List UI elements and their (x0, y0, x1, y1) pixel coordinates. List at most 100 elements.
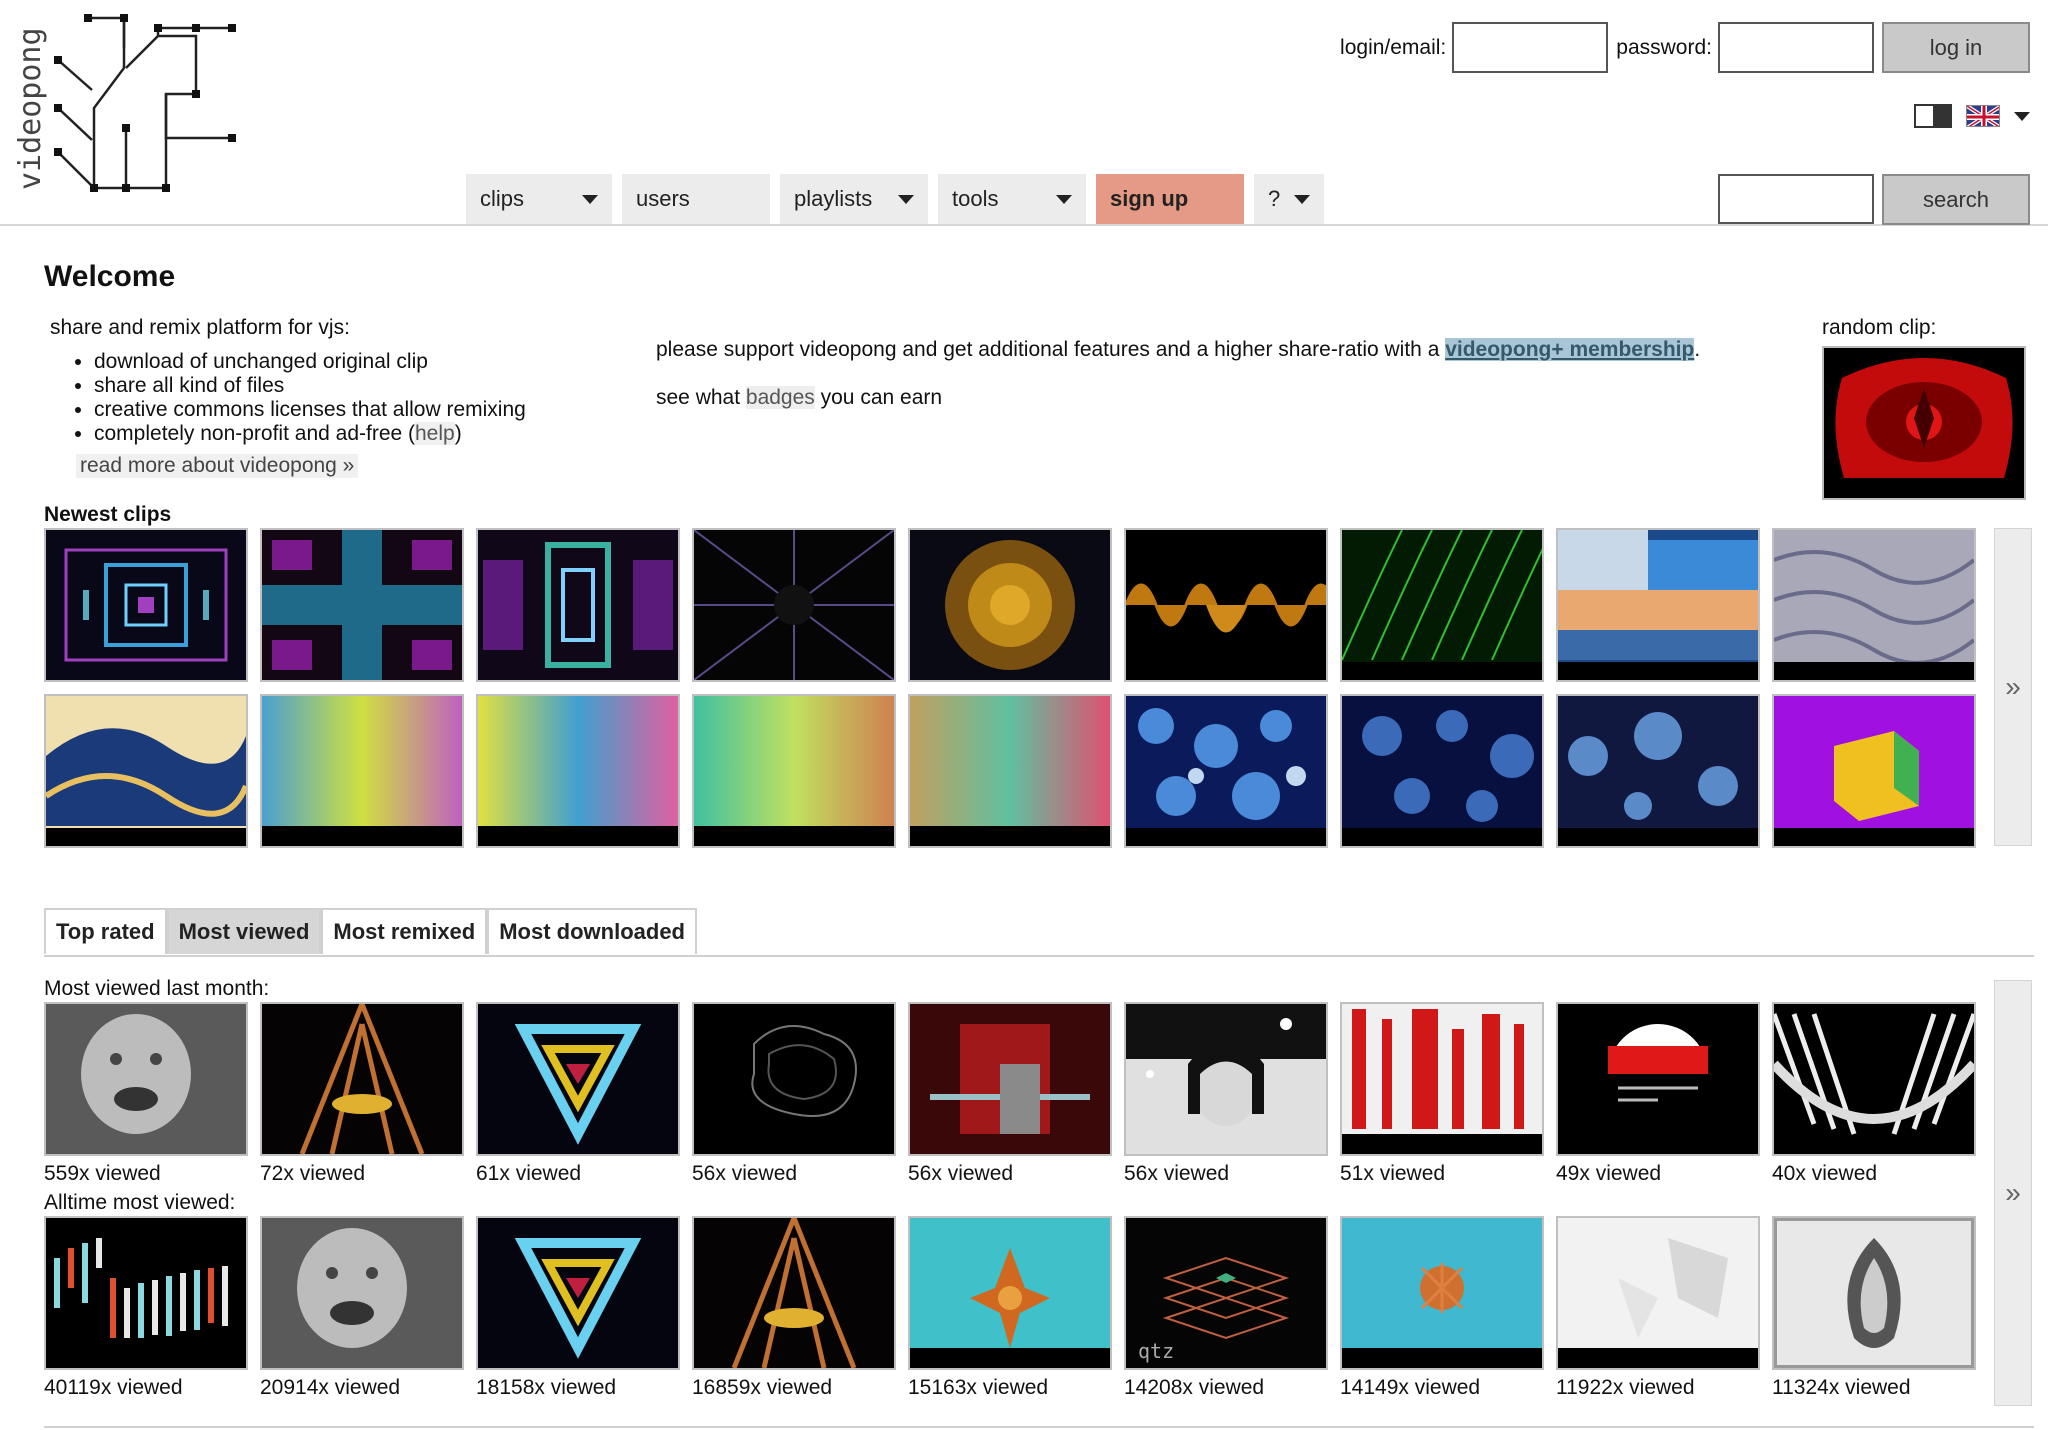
clip-thumbnail[interactable] (44, 1216, 248, 1370)
clip-thumbnail[interactable] (692, 528, 896, 682)
ranking-tabs: Top rated Most viewed Most remixed Most … (44, 908, 697, 954)
clip-thumbnail[interactable] (1556, 528, 1760, 682)
login-button[interactable]: log in (1882, 22, 2030, 73)
clip-thumbnail[interactable] (1124, 694, 1328, 848)
clip-thumbnail[interactable] (1772, 1216, 1976, 1370)
tab-most-downloaded[interactable]: Most downloaded (487, 908, 697, 954)
clip-card: 40x viewed (1772, 1002, 1976, 1186)
clip-thumbnail[interactable] (908, 694, 1112, 848)
clip-thumbnail[interactable] (1772, 528, 1976, 682)
clip-thumbnail[interactable]: qtz (1124, 1216, 1328, 1370)
clip-thumbnail[interactable] (692, 694, 896, 848)
clip-thumbnail[interactable] (1340, 528, 1544, 682)
videopong-logo[interactable]: videopong (6, 8, 236, 198)
uk-flag-icon[interactable] (1966, 105, 2000, 127)
nav-users-label: users (636, 186, 690, 211)
view-count: 40119x viewed (44, 1376, 183, 1399)
chevron-down-icon (1294, 194, 1310, 204)
read-more-link[interactable]: read more about videopong » (76, 454, 359, 478)
random-clip-thumbnail[interactable] (1822, 346, 2026, 500)
clip-thumbnail[interactable] (476, 1002, 680, 1156)
clip-thumbnail[interactable] (908, 528, 1112, 682)
clip-card: 72x viewed (260, 1002, 464, 1186)
most-viewed-month-grid: 559x viewed 72x viewed 61x viewed 56x vi… (44, 1002, 1976, 1186)
nav-clips-label: clips (480, 186, 525, 211)
clip-thumbnail[interactable] (260, 1216, 464, 1370)
view-count: 20914x viewed (260, 1376, 401, 1399)
view-count: 14149x viewed (1340, 1376, 1481, 1399)
alltime-most-viewed-grid: 40119x viewed 20914x viewed 18158x viewe… (44, 1216, 1976, 1400)
clip-thumbnail[interactable] (1340, 1002, 1544, 1156)
password-field[interactable] (1718, 22, 1874, 73)
search-button[interactable]: search (1882, 174, 2030, 225)
view-count: 72x viewed (260, 1162, 366, 1185)
view-count: 559x viewed (44, 1162, 161, 1185)
nav-help[interactable]: ? (1254, 174, 1324, 226)
clip-thumbnail[interactable] (1772, 694, 1976, 848)
feature-item: share all kind of files (94, 374, 526, 398)
clip-thumbnail[interactable] (692, 1002, 896, 1156)
clip-thumbnail[interactable] (1124, 528, 1328, 682)
tab-most-remixed[interactable]: Most remixed (321, 908, 488, 954)
clip-thumbnail[interactable] (908, 1002, 1112, 1156)
logo-text: videopong (13, 27, 48, 190)
preferences (1914, 104, 2030, 128)
email-field[interactable] (1452, 22, 1609, 73)
clip-thumbnail[interactable] (476, 1216, 680, 1370)
theme-toggle-icon[interactable] (1914, 104, 1952, 128)
view-count: 14208x viewed (1124, 1376, 1265, 1399)
most-viewed-more-button[interactable]: » (1994, 980, 2032, 1406)
badges-link[interactable]: badges (745, 386, 815, 409)
tagline: share and remix platform for vjs: (50, 316, 350, 339)
clip-thumbnail[interactable] (476, 528, 680, 682)
clip-thumbnail[interactable] (260, 528, 464, 682)
tab-top-rated[interactable]: Top rated (44, 908, 167, 954)
clip-thumbnail[interactable] (260, 694, 464, 848)
clip-card: 49x viewed (1556, 1002, 1760, 1186)
intro-block: share and remix platform for vjs: downlo… (50, 316, 526, 478)
view-count: 61x viewed (476, 1162, 582, 1185)
view-count: 51x viewed (1340, 1162, 1446, 1185)
support-text: see what (656, 386, 746, 409)
nav-users[interactable]: users (622, 174, 770, 226)
nav-tools[interactable]: tools (938, 174, 1086, 226)
clip-thumbnail[interactable] (1124, 1002, 1328, 1156)
search-input[interactable] (1718, 174, 1874, 224)
clip-thumbnail[interactable] (1340, 694, 1544, 848)
signup-button[interactable]: sign up (1096, 174, 1244, 226)
clip-card: 11324x viewed (1772, 1216, 1976, 1400)
feature-close: ) (454, 422, 462, 445)
clip-thumbnail[interactable] (44, 1002, 248, 1156)
tab-most-viewed[interactable]: Most viewed (166, 908, 322, 954)
clip-card: 14149x viewed (1340, 1216, 1544, 1400)
clip-thumbnail[interactable] (908, 1216, 1112, 1370)
clip-thumbnail[interactable] (44, 694, 248, 848)
clip-thumbnail[interactable] (476, 694, 680, 848)
help-link[interactable]: help (415, 422, 455, 445)
clip-thumbnail[interactable] (1556, 1002, 1760, 1156)
clip-thumbnail[interactable] (1556, 694, 1760, 848)
clip-card: 16859x viewed (692, 1216, 896, 1400)
random-clip-label: random clip: (1822, 316, 1937, 339)
clip-card: 11922x viewed (1556, 1216, 1760, 1400)
language-dropdown-icon[interactable] (2014, 111, 2030, 121)
membership-link[interactable]: videopong+ membership (1445, 338, 1695, 361)
bottom-divider (44, 1426, 2034, 1428)
nav-clips[interactable]: clips (466, 174, 612, 226)
clip-thumbnail[interactable] (44, 528, 248, 682)
clip-thumbnail[interactable] (1772, 1002, 1976, 1156)
view-count: 18158x viewed (476, 1376, 617, 1399)
random-clip: random clip: (1822, 316, 2026, 500)
feature-item: creative commons licenses that allow rem… (94, 398, 526, 422)
clip-card: 56x viewed (908, 1002, 1112, 1186)
clip-thumbnail[interactable] (692, 1216, 896, 1370)
clip-thumbnail[interactable] (1556, 1216, 1760, 1370)
support-badges: see what badges you can earn (656, 386, 1786, 410)
most-viewed-month-label: Most viewed last month: (44, 977, 270, 1000)
clip-thumbnail[interactable] (260, 1002, 464, 1156)
nav-playlists[interactable]: playlists (780, 174, 928, 226)
newest-more-button[interactable]: » (1994, 528, 2032, 846)
clip-thumbnail[interactable] (1340, 1216, 1544, 1370)
view-count: 56x viewed (692, 1162, 798, 1185)
feature-item: completely non-profit and ad-free (help) (94, 422, 526, 446)
